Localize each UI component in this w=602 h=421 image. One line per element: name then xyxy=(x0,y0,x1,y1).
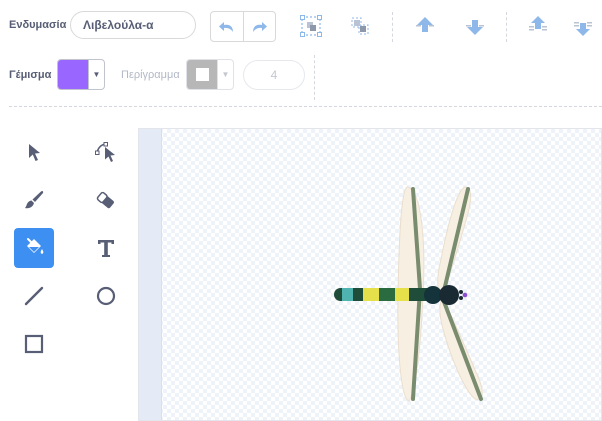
undo-icon xyxy=(218,21,233,32)
dragonfly-costume-image xyxy=(334,186,483,402)
chevron-down-icon: ▼ xyxy=(217,60,233,89)
reshape-tool-button[interactable] xyxy=(86,132,126,172)
outline-width-input[interactable]: 4 xyxy=(243,60,305,90)
dragonfly-wing xyxy=(439,297,483,401)
back-icon xyxy=(574,22,592,36)
circle-tool-button[interactable] xyxy=(86,276,126,316)
reshape-icon xyxy=(95,142,115,162)
line-tool-button[interactable] xyxy=(14,276,54,316)
fill-bucket-icon xyxy=(27,238,44,254)
fill-color-swatch xyxy=(58,60,88,89)
toolbar-divider xyxy=(314,55,315,100)
costume-label: Ενδυμασία xyxy=(9,19,67,31)
forward-button[interactable] xyxy=(410,11,440,41)
select-tool-button[interactable] xyxy=(14,132,54,172)
ungroup-button[interactable] xyxy=(345,11,375,41)
forward-icon xyxy=(416,17,434,32)
rectangle-tool-button[interactable] xyxy=(14,324,54,364)
redo-icon xyxy=(253,21,268,32)
line-icon xyxy=(24,286,44,306)
text-icon xyxy=(98,240,114,257)
fill-color-picker[interactable]: ▼ xyxy=(57,59,105,90)
outline-label: Περίγραμμα xyxy=(121,69,180,81)
costume-name-input[interactable]: Λιβελούλα-α xyxy=(70,11,196,39)
paint-canvas[interactable] xyxy=(138,128,602,421)
back-button[interactable] xyxy=(568,11,598,41)
ungroup-icon xyxy=(351,17,369,35)
front-icon xyxy=(529,16,547,31)
dragonfly-wing xyxy=(437,186,472,298)
chevron-down-icon: ▼ xyxy=(88,60,104,89)
toolbar-divider xyxy=(392,12,393,42)
undo-button[interactable] xyxy=(211,12,244,41)
toolbar-divider xyxy=(506,12,507,42)
group-button[interactable] xyxy=(296,11,326,41)
fill-tool-button[interactable] xyxy=(14,228,54,268)
backward-button[interactable] xyxy=(460,11,490,41)
brush-icon xyxy=(25,191,44,209)
rectangle-icon xyxy=(24,334,44,354)
fill-label: Γέμισμα xyxy=(9,69,52,81)
undo-redo-group xyxy=(210,11,276,42)
eraser-tool-button[interactable] xyxy=(86,180,126,220)
outline-color-swatch xyxy=(187,60,217,89)
front-button[interactable] xyxy=(523,11,553,41)
eraser-icon xyxy=(96,191,114,209)
text-tool-button[interactable] xyxy=(86,228,126,268)
group-icon xyxy=(300,15,322,37)
outline-color-picker[interactable]: ▼ xyxy=(186,59,234,90)
redo-button[interactable] xyxy=(244,12,276,41)
brush-tool-button[interactable] xyxy=(14,180,54,220)
select-arrow-icon xyxy=(29,144,40,161)
circle-icon xyxy=(96,286,116,306)
backward-icon xyxy=(466,20,484,35)
toolbar-bottom-divider xyxy=(9,106,602,107)
